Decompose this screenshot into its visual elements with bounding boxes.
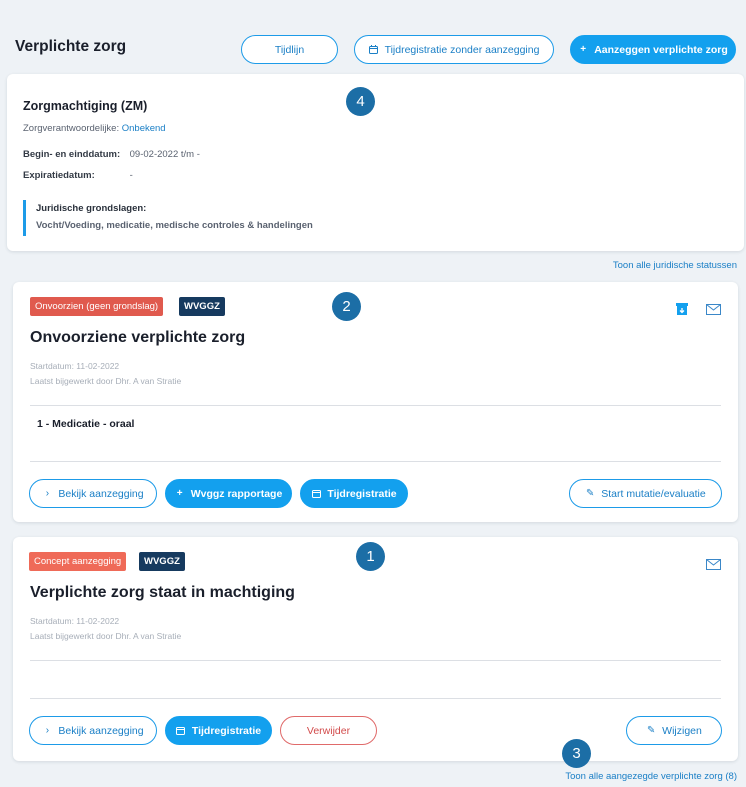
page-header: Verplichte zorg Tijdlijn Tijdregistratie…	[0, 0, 746, 76]
start-mutatie-evaluatie-button[interactable]: ✎ Start mutatie/evaluatie	[569, 479, 722, 508]
startdatum: Startdatum: 11-02-2022	[30, 616, 120, 626]
plus-icon: +	[176, 487, 183, 499]
page-title: Verplichte zorg	[15, 38, 127, 55]
expiratie-label: Expiratiedatum:	[23, 170, 95, 181]
marker-1: 1	[356, 542, 385, 571]
wvggz-rapportage-button[interactable]: + Wvggz rapportage	[165, 479, 292, 508]
pencil-icon: ✎	[646, 724, 656, 736]
tijdregistratie-button[interactable]: Tijdregistratie	[300, 479, 408, 508]
aanzeggen-label: Aanzeggen verplichte zorg	[594, 43, 728, 56]
verplichte-zorg-card-onvoorzien: Onvoorzien (geen grondslag) WVGGZ Onvoor…	[13, 282, 738, 522]
divider	[30, 461, 721, 462]
zorgmachtiging-card: Zorgmachtiging (ZM) Zorgverantwoordelijk…	[7, 74, 744, 251]
divider	[30, 660, 721, 661]
calendar-icon	[311, 489, 321, 499]
plus-icon: +	[580, 43, 587, 55]
tijdregistratie-button[interactable]: Tijdregistratie	[165, 716, 272, 745]
divider	[30, 698, 721, 699]
start-mutatie-label: Start mutatie/evaluatie	[601, 487, 706, 500]
dates-label: Begin- en einddatum:	[23, 149, 121, 160]
bekijk-aanzegging-button[interactable]: › Bekijk aanzegging	[29, 716, 157, 745]
tijdregistratie-label: Tijdregistratie	[327, 487, 397, 500]
wijzigen-button[interactable]: ✎ Wijzigen	[626, 716, 722, 745]
marker-4: 4	[346, 87, 375, 116]
expiratie-row: Expiratiedatum: -	[23, 170, 133, 181]
chevron-right-icon: ›	[45, 724, 50, 736]
aanzeggen-verplichte-zorg-button[interactable]: + Aanzeggen verplichte zorg	[570, 35, 736, 64]
tijdregistratie-label: Tijdregistratie	[191, 724, 262, 737]
tijdregistratie-zonder-aanzegging-label: Tijdregistratie zonder aanzegging	[384, 43, 540, 56]
zorgvorm-item: 1 - Medicatie - oraal	[37, 418, 135, 430]
divider	[30, 405, 721, 406]
status-badge: Onvoorzien (geen grondslag)	[30, 297, 164, 316]
type-badge: WVGGZ	[139, 552, 185, 571]
calendar-icon	[176, 726, 186, 736]
wvggz-rapportage-label: Wvggz rapportage	[190, 487, 283, 500]
card-title: Onvoorziene verplichte zorg	[30, 329, 246, 346]
laatst-bijgewerkt: Laatst bijgewerkt door Dhr. A van Strati…	[30, 376, 182, 386]
zorgverantwoordelijke-value[interactable]: Onbekend	[122, 123, 166, 134]
marker-2: 2	[332, 292, 361, 321]
verplichte-zorg-card-concept: Concept aanzegging WVGGZ Verplichte zorg…	[13, 537, 738, 761]
toon-juridische-statussen-link[interactable]: Toon alle juridische statussen	[613, 260, 737, 271]
bekijk-aanzegging-label: Bekijk aanzegging	[58, 487, 144, 500]
startdatum: Startdatum: 11-02-2022	[30, 361, 120, 371]
pencil-icon: ✎	[586, 487, 595, 499]
status-badge: Concept aanzegging	[29, 552, 127, 571]
juridische-grondslagen-value: Vocht/Voeding, medicatie, medische contr…	[36, 220, 313, 231]
dates-row: Begin- en einddatum: 09-02-2022 t/m -	[23, 149, 200, 160]
calendar-icon	[369, 45, 379, 55]
tijdregistratie-zonder-aanzegging-button[interactable]: Tijdregistratie zonder aanzegging	[354, 35, 554, 64]
bekijk-aanzegging-label: Bekijk aanzegging	[58, 724, 144, 737]
verwijder-label: Verwijder	[306, 724, 351, 737]
zorgmachtiging-title: Zorgmachtiging (ZM)	[23, 99, 148, 113]
archive-icon[interactable]	[674, 301, 690, 317]
dates-value: 09-02-2022 t/m -	[129, 149, 200, 160]
zorgverantwoordelijke-row: Zorgverantwoordelijke: Onbekend	[23, 123, 166, 134]
laatst-bijgewerkt: Laatst bijgewerkt door Dhr. A van Strati…	[30, 631, 182, 641]
bekijk-aanzegging-button[interactable]: › Bekijk aanzegging	[29, 479, 157, 508]
wijzigen-label: Wijzigen	[662, 724, 702, 737]
mail-icon[interactable]	[705, 556, 721, 572]
juridische-grondslagen: Juridische grondslagen: Vocht/Voeding, m…	[23, 200, 313, 236]
type-badge: WVGGZ	[179, 297, 225, 316]
tijdlijn-button[interactable]: Tijdlijn	[241, 35, 338, 64]
mail-icon[interactable]	[705, 301, 721, 317]
toon-aangezegde-verplichte-zorg-link[interactable]: Toon alle aangezegde verplichte zorg (8)	[565, 771, 737, 782]
chevron-right-icon: ›	[45, 487, 50, 499]
verwijder-button[interactable]: Verwijder	[280, 716, 377, 745]
marker-3: 3	[562, 739, 591, 768]
zorgverantwoordelijke-label: Zorgverantwoordelijke:	[23, 123, 120, 134]
juridische-grondslagen-heading: Juridische grondslagen:	[36, 203, 147, 214]
card-title: Verplichte zorg staat in machtiging	[30, 584, 295, 601]
tijdlijn-label: Tijdlijn	[274, 43, 305, 56]
expiratie-value: -	[129, 170, 133, 181]
